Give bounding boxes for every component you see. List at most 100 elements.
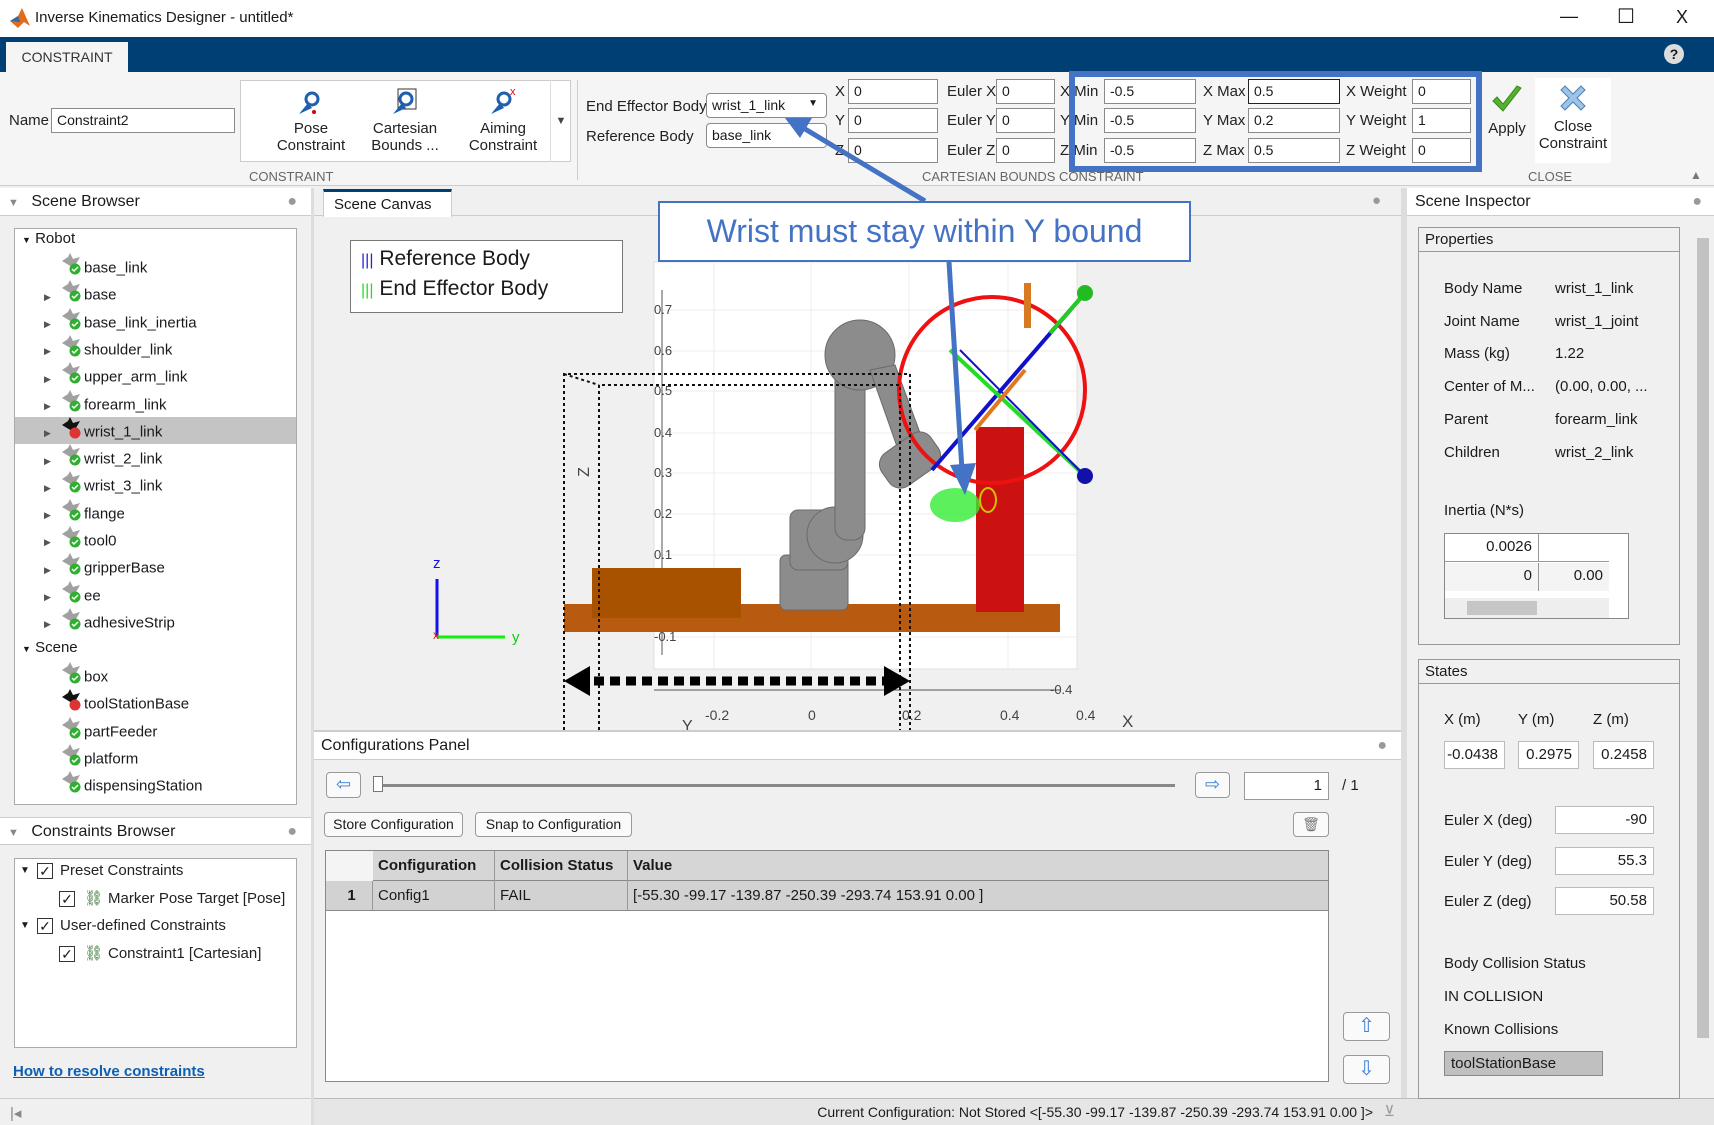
tree-item-base[interactable]: ▶ base xyxy=(44,280,117,306)
close-window-button[interactable]: X xyxy=(1676,7,1688,28)
snap-to-configuration-button[interactable]: Snap to Configuration xyxy=(475,812,632,837)
inspector-scrollbar[interactable] xyxy=(1695,218,1711,1098)
tree-item-platform[interactable]: platform xyxy=(60,743,138,770)
slider-thumb[interactable] xyxy=(373,776,383,792)
tree-item-base_link_inertia[interactable]: ▶ base_link_inertia xyxy=(44,307,197,337)
tree-item-toolStationBase[interactable]: toolStationBase xyxy=(60,689,189,715)
delete-icon[interactable]: 🗑 xyxy=(1293,812,1329,837)
tree-item-wrist_2_link[interactable]: ▶ wrist_2_link xyxy=(44,444,162,470)
tree-item-base_link[interactable]: base_link xyxy=(44,253,147,279)
tree-item-shoulder_link[interactable]: ▶ shoulder_link xyxy=(44,334,172,364)
expand-arrow-icon[interactable]: ▶ xyxy=(44,311,60,337)
tree-item-gripperBase[interactable]: ▶ gripperBase xyxy=(44,553,165,579)
known-collision-item[interactable]: toolStationBase xyxy=(1444,1051,1603,1076)
tree-item-upper_arm_link[interactable]: ▶ upper_arm_link xyxy=(44,362,187,388)
tree-item-tool0[interactable]: ▶ tool0 xyxy=(44,526,117,552)
resolve-constraints-link[interactable]: How to resolve constraints xyxy=(13,1063,205,1080)
config-page-input[interactable]: 1 xyxy=(1244,772,1329,800)
expand-arrow-icon[interactable]: ▶ xyxy=(44,557,60,583)
expand-arrow-icon[interactable]: ▶ xyxy=(44,366,60,392)
expand-icon[interactable]: ▼ xyxy=(20,920,30,931)
expand-arrow-icon[interactable]: ▶ xyxy=(44,338,60,364)
expand-icon[interactable]: ▼ xyxy=(22,644,31,654)
euler-state-input[interactable]: 50.58 xyxy=(1555,887,1654,915)
constraint1-checkbox[interactable]: ✓ xyxy=(59,946,75,962)
collapse-ribbon-icon[interactable]: ▲ xyxy=(1690,168,1702,182)
tree-node-robot[interactable]: ▼ Robot xyxy=(22,226,75,252)
row-number: 1 xyxy=(326,881,373,911)
skip-start-icon[interactable]: |◂ xyxy=(10,1105,21,1122)
tree-item-box[interactable]: box xyxy=(60,662,108,688)
expand-arrow-icon[interactable]: ▶ xyxy=(44,448,60,474)
apply-button[interactable]: Apply xyxy=(1484,84,1530,137)
tree-item-ee[interactable]: ▶ ee xyxy=(44,580,101,610)
euler-input[interactable]: 0 xyxy=(996,138,1055,163)
state-input[interactable]: -0.0438 xyxy=(1444,741,1505,769)
aiming-constraint-button[interactable]: x Aiming Constraint xyxy=(458,86,548,154)
config-slider[interactable] xyxy=(377,784,1175,787)
expand-arrow-icon[interactable]: ▶ xyxy=(44,420,60,446)
expand-arrow-icon[interactable]: ▶ xyxy=(44,502,60,528)
tree-item-partFeeder[interactable]: partFeeder xyxy=(60,716,157,743)
gallery-expand-button[interactable]: ▼ xyxy=(550,80,571,162)
expand-arrow-icon[interactable]: ▶ xyxy=(44,529,60,555)
tree-item-flange[interactable]: ▶ flange xyxy=(44,498,125,528)
next-config-button[interactable]: ⇨ xyxy=(1195,772,1230,798)
marker-pose-checkbox[interactable]: ✓ xyxy=(59,891,75,907)
close-constraint-button[interactable]: Close Constraint xyxy=(1535,78,1611,163)
reference-body-dropdown[interactable]: base_link xyxy=(706,123,827,148)
euler-state-input[interactable]: -90 xyxy=(1555,806,1654,834)
tree-item-wrist_3_link[interactable]: ▶ wrist_3_link xyxy=(44,471,162,497)
panel-menu-icon[interactable]: ● xyxy=(287,818,297,846)
position-input[interactable]: 0 xyxy=(848,138,938,163)
position-input[interactable]: 0 xyxy=(848,79,938,104)
minimize-button[interactable]: — xyxy=(1560,6,1578,27)
collapse-icon[interactable]: ⊻ xyxy=(1384,1102,1395,1120)
column-header-value[interactable]: Value xyxy=(628,851,1328,881)
expand-arrow-icon[interactable]: ▶ xyxy=(44,393,60,419)
expand-arrow-icon[interactable]: ▶ xyxy=(44,584,60,610)
state-input[interactable]: 0.2458 xyxy=(1593,741,1654,769)
maximize-button[interactable]: ☐ xyxy=(1617,4,1635,29)
move-down-button[interactable]: ⇩ xyxy=(1343,1055,1390,1084)
store-configuration-button[interactable]: Store Configuration xyxy=(324,812,463,837)
expand-icon[interactable]: ▼ xyxy=(22,235,31,245)
tree-item-wrist_1_link[interactable]: ▶ wrist_1_link xyxy=(44,416,162,446)
move-up-button[interactable]: ⇧ xyxy=(1343,1012,1390,1041)
collapse-triangle-icon[interactable]: ▼ xyxy=(8,827,19,839)
inertia-table[interactable]: 0.0026 0 0.00 xyxy=(1444,533,1629,619)
user-constraints-checkbox[interactable]: ✓ xyxy=(37,918,53,934)
euler-input[interactable]: 0 xyxy=(996,108,1055,133)
expand-arrow-icon[interactable]: ▶ xyxy=(44,284,60,310)
tree-item-adhesiveStrip[interactable]: ▶ adhesiveStrip xyxy=(44,607,175,637)
splitter[interactable] xyxy=(1401,188,1407,1098)
tab-constraint[interactable]: CONSTRAINT xyxy=(6,42,128,73)
end-effector-dropdown[interactable]: wrist_1_link ▼ xyxy=(706,93,827,118)
collapse-triangle-icon[interactable]: ▼ xyxy=(8,197,19,209)
expand-icon[interactable]: ▼ xyxy=(20,865,30,876)
position-input[interactable]: 0 xyxy=(848,108,938,133)
panel-menu-icon[interactable]: ● xyxy=(287,188,297,216)
panel-menu-icon[interactable]: ● xyxy=(1692,188,1702,216)
name-input[interactable]: Constraint2 xyxy=(51,108,235,133)
expand-arrow-icon[interactable]: ▶ xyxy=(44,475,60,501)
tree-item-dispensingStation[interactable]: dispensingStation xyxy=(60,771,202,797)
marker-pose-label[interactable]: Marker Pose Target [Pose] xyxy=(108,890,285,907)
panel-menu-icon[interactable]: ● xyxy=(1372,192,1381,209)
cartesian-bounds-button[interactable]: Cartesian Bounds ... xyxy=(360,86,450,154)
state-input[interactable]: 0.2975 xyxy=(1518,741,1579,769)
tree-item-forearm_link[interactable]: ▶ forearm_link xyxy=(44,389,167,419)
euler-input[interactable]: 0 xyxy=(996,79,1055,104)
panel-menu-icon[interactable]: ● xyxy=(1377,732,1387,760)
tree-node-scene[interactable]: ▼ Scene xyxy=(22,635,78,661)
preset-constraints-checkbox[interactable]: ✓ xyxy=(37,863,53,879)
column-header-collision-status[interactable]: Collision Status xyxy=(495,851,628,881)
constraint1-label[interactable]: Constraint1 [Cartesian] xyxy=(108,945,261,962)
column-header-configuration[interactable]: Configuration xyxy=(373,851,495,881)
euler-state-input[interactable]: 55.3 xyxy=(1555,846,1654,875)
pose-constraint-button[interactable]: Pose Constraint xyxy=(266,86,356,154)
expand-arrow-icon[interactable]: ▶ xyxy=(44,611,60,637)
help-icon[interactable]: ? xyxy=(1664,44,1684,64)
tab-scene-canvas[interactable]: Scene Canvas xyxy=(323,189,452,217)
previous-config-button[interactable]: ⇦ xyxy=(326,772,361,798)
